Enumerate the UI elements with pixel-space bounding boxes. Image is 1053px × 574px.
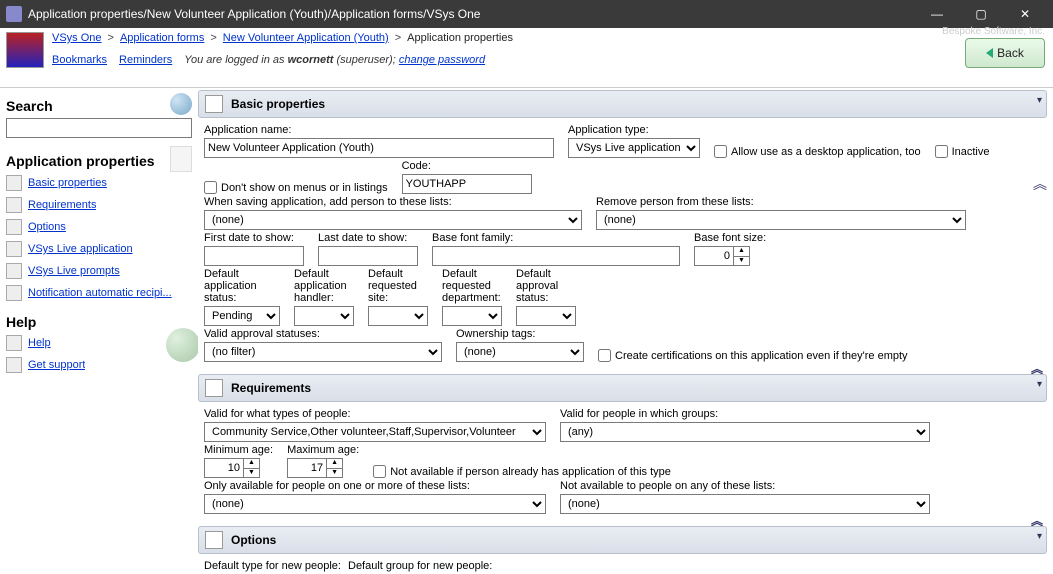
- sidebar-item-help[interactable]: Help: [28, 337, 51, 349]
- sidebar-item-requirements[interactable]: Requirements: [28, 199, 96, 211]
- breadcrumb-app[interactable]: New Volunteer Application (Youth): [223, 32, 389, 44]
- sidebar-item-options[interactable]: Options: [28, 221, 66, 233]
- types-select[interactable]: Community Service,Other volunteer,Staff,…: [204, 422, 546, 442]
- dont-show-check[interactable]: Don't show on menus or in listings: [204, 181, 388, 194]
- chevron-down-icon[interactable]: ▼: [244, 469, 259, 478]
- bookmarks-link[interactable]: Bookmarks: [52, 54, 107, 66]
- def-handler-select[interactable]: [294, 306, 354, 326]
- chevron-up-icon[interactable]: ▲: [327, 459, 342, 469]
- minimize-button[interactable]: —: [915, 0, 959, 28]
- title-bar: Application properties/New Volunteer App…: [0, 0, 1053, 28]
- maximize-button[interactable]: ▢: [959, 0, 1003, 28]
- help-heading: Help: [6, 314, 192, 330]
- content-area: ︽ Basic properties ▾ Application name: A…: [198, 88, 1053, 574]
- list-icon: [6, 263, 22, 279]
- search-ball-icon: [170, 93, 192, 115]
- remove-lists-select[interactable]: (none): [596, 210, 966, 230]
- section-options-header[interactable]: Options ▾: [198, 526, 1047, 554]
- back-button[interactable]: Back: [965, 38, 1045, 68]
- def-dept-select[interactable]: [442, 306, 502, 326]
- list-icon: [6, 219, 22, 235]
- collapse-icon[interactable]: ▾: [1037, 531, 1042, 542]
- not-avail-check[interactable]: Not available if person already has appl…: [373, 465, 671, 478]
- breadcrumb-forms[interactable]: Application forms: [120, 32, 204, 44]
- only-lists-select[interactable]: (none): [204, 494, 546, 514]
- reminders-link[interactable]: Reminders: [119, 54, 172, 66]
- base-font-size-spin[interactable]: ▲▼: [694, 246, 766, 266]
- collapse-icon[interactable]: ▾: [1037, 379, 1042, 390]
- last-date-input[interactable]: [318, 246, 418, 266]
- base-font-family-input[interactable]: [432, 246, 680, 266]
- def-status-select[interactable]: Pending: [204, 306, 280, 326]
- inactive-check[interactable]: Inactive: [935, 145, 990, 158]
- window-title: Application properties/New Volunteer App…: [28, 7, 915, 21]
- first-date-input[interactable]: [204, 246, 304, 266]
- search-input[interactable]: [6, 118, 192, 138]
- max-age-spin[interactable]: ▲▼: [287, 458, 359, 478]
- def-approval-select[interactable]: [516, 306, 576, 326]
- change-password-link[interactable]: change password: [399, 54, 485, 66]
- sidebar-item-live-app[interactable]: VSys Live application: [28, 243, 133, 255]
- ownership-select[interactable]: (none): [456, 342, 584, 362]
- brand-text: Bespoke Software, Inc.: [942, 26, 1045, 37]
- sidebar-item-notification[interactable]: Notification automatic recipi...: [28, 287, 172, 299]
- chevron-down-icon[interactable]: ▼: [734, 257, 749, 266]
- breadcrumb-current: Application properties: [407, 32, 513, 44]
- search-heading: Search: [6, 98, 170, 114]
- list-icon: [6, 175, 22, 191]
- clipboard-icon: [205, 95, 223, 113]
- sidebar-item-basic[interactable]: Basic properties: [28, 177, 107, 189]
- def-site-select[interactable]: [368, 306, 428, 326]
- app-props-heading: Application properties: [6, 153, 170, 169]
- sidebar-item-live-prompts[interactable]: VSys Live prompts: [28, 265, 120, 277]
- code-input[interactable]: [402, 174, 532, 194]
- back-arrow-icon: [986, 48, 993, 58]
- section-requirements-header[interactable]: Requirements ▾: [198, 374, 1047, 402]
- logo-icon: [6, 32, 44, 68]
- close-button[interactable]: ✕: [1003, 0, 1047, 28]
- chevron-up-icon[interactable]: ▲: [244, 459, 259, 469]
- help-icon: [6, 335, 22, 351]
- min-age-spin[interactable]: ▲▼: [204, 458, 273, 478]
- not-lists-select[interactable]: (none): [560, 494, 930, 514]
- list-icon: [6, 197, 22, 213]
- allow-desktop-check[interactable]: Allow use as a desktop application, too: [714, 145, 921, 158]
- breadcrumb-vsys[interactable]: VSys One: [52, 32, 102, 44]
- page-icon: [170, 146, 192, 172]
- chevron-down-icon[interactable]: ▼: [327, 469, 342, 478]
- support-icon: [6, 357, 22, 373]
- clipboard-icon: [205, 531, 223, 549]
- create-cert-check[interactable]: Create certifications on this applicatio…: [598, 349, 908, 362]
- help-ball-icon: [166, 328, 198, 362]
- list-icon: [6, 285, 22, 301]
- section-basic-header[interactable]: Basic properties ▾: [198, 90, 1047, 118]
- header: VSys One > Application forms > New Volun…: [0, 28, 1053, 88]
- sidebar: Search Application properties Basic prop…: [0, 88, 198, 574]
- list-icon: [6, 241, 22, 257]
- clipboard-icon: [205, 379, 223, 397]
- app-icon: [6, 6, 22, 22]
- add-lists-select[interactable]: (none): [204, 210, 582, 230]
- chevron-up-icon[interactable]: ▲: [734, 247, 749, 257]
- logged-in-text: You are logged in as wcornett (superuser…: [184, 54, 485, 66]
- app-type-select[interactable]: VSys Live application: [568, 138, 700, 158]
- app-name-input[interactable]: [204, 138, 554, 158]
- scroll-top-icon[interactable]: ︽: [1033, 174, 1047, 194]
- groups-select[interactable]: (any): [560, 422, 930, 442]
- breadcrumb: VSys One > Application forms > New Volun…: [52, 32, 1047, 44]
- collapse-icon[interactable]: ▾: [1037, 95, 1042, 106]
- valid-approval-select[interactable]: (no filter): [204, 342, 442, 362]
- sidebar-item-support[interactable]: Get support: [28, 359, 85, 371]
